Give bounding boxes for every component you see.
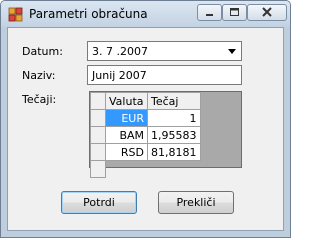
- maximize-icon: [230, 8, 239, 16]
- table-row[interactable]: RSD 81,8181: [90, 143, 201, 161]
- grid-column-header-valuta[interactable]: Valuta: [105, 92, 148, 110]
- grid-cell-valuta[interactable]: EUR: [105, 109, 148, 127]
- close-icon: [262, 7, 272, 17]
- grid-cell-tecaj[interactable]: 1,95583: [147, 126, 201, 144]
- naziv-label: Naziv:: [22, 69, 56, 82]
- app-icon: [8, 7, 23, 22]
- tecaji-grid[interactable]: Valuta Tečaj EUR 1 BAM 1,95583 RSD 81,81…: [89, 91, 242, 178]
- datum-value: 3. 7 .2007: [92, 45, 148, 58]
- tecaji-label: Tečaji:: [22, 93, 57, 106]
- grid-column-header-tecaj[interactable]: Tečaj: [147, 92, 201, 110]
- row-header[interactable]: [90, 109, 106, 127]
- datum-picker[interactable]: 3. 7 .2007: [87, 41, 242, 61]
- table-row[interactable]: BAM 1,95583: [90, 126, 201, 144]
- grid-new-row[interactable]: [90, 160, 201, 178]
- naziv-field[interactable]: Junij 2007: [87, 65, 242, 85]
- row-header[interactable]: [90, 143, 106, 161]
- chevron-down-icon[interactable]: [224, 43, 240, 59]
- minimize-icon: [206, 14, 213, 16]
- datum-label: Datum:: [22, 45, 63, 58]
- close-button[interactable]: [247, 4, 287, 21]
- maximize-button[interactable]: [222, 4, 247, 21]
- grid-cell-tecaj[interactable]: 81,8181: [147, 143, 201, 161]
- minimize-button[interactable]: [197, 4, 222, 21]
- grid-header-row: Valuta Tečaj: [90, 92, 201, 110]
- grid-cell-valuta[interactable]: RSD: [105, 143, 148, 161]
- grid-corner-cell: [90, 92, 106, 110]
- potrdi-button[interactable]: Potrdi: [61, 191, 137, 214]
- table-row[interactable]: EUR 1: [90, 109, 201, 127]
- grid-cell-valuta[interactable]: BAM: [105, 126, 148, 144]
- grid-cell-tecaj[interactable]: 1: [147, 109, 201, 127]
- window-title: Parametri obračuna: [29, 7, 148, 21]
- naziv-value: Junij 2007: [92, 69, 147, 82]
- row-header[interactable]: [90, 126, 106, 144]
- preklici-button[interactable]: Prekliči: [158, 191, 234, 214]
- row-header[interactable]: [90, 160, 106, 178]
- title-bar[interactable]: Parametri obračuna: [1, 1, 290, 27]
